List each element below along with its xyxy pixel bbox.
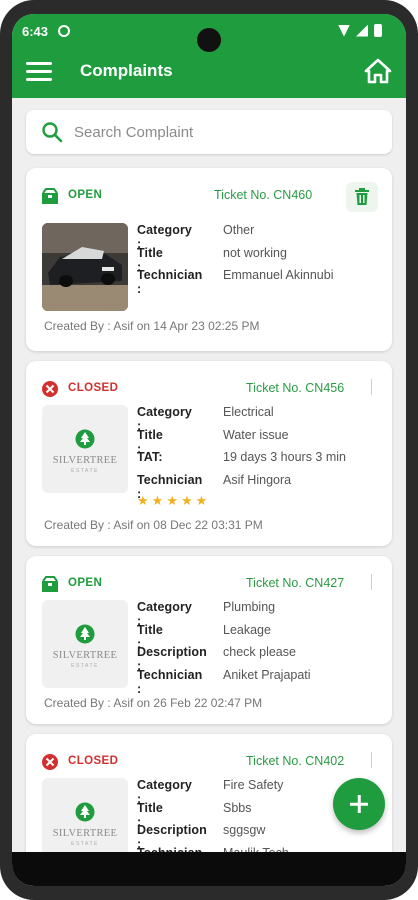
detail-value: Asif Hingora <box>223 472 292 487</box>
screen: 6:43 Complaints Search Complaint OPEN Ti… <box>12 14 406 886</box>
signal-icon <box>356 24 368 37</box>
trash-icon <box>355 188 369 205</box>
app-bar: Complaints <box>12 48 406 98</box>
logo-placeholder: SILVERTREE ESTATE <box>42 600 128 688</box>
created-by: Created By : Asif on 08 Dec 22 03:31 PM <box>44 518 263 532</box>
open-status-icon <box>42 576 58 592</box>
detail-label: Technician : <box>137 268 203 296</box>
detail-value: Emmanuel Akinnubi <box>223 268 334 282</box>
detail-value: Plumbing <box>223 600 276 614</box>
detail-label: TAT: <box>137 450 163 464</box>
detail-value: Electrical <box>223 405 274 419</box>
page-title: Complaints <box>80 61 173 80</box>
search-icon <box>42 122 63 143</box>
detail-label: Technician : <box>137 667 203 696</box>
complaint-card[interactable]: CLOSED Ticket No. CN456 SILVERTREE ESTAT… <box>26 361 392 546</box>
detail-value: Water issue <box>223 427 289 442</box>
detail-value: Fire Safety <box>223 778 284 792</box>
tree-logo-icon <box>75 802 95 822</box>
detail-value: 19 days 3 hours 3 min <box>223 450 346 464</box>
delete-button[interactable] <box>346 182 378 212</box>
complaint-list: OPEN Ticket No. CN460 Category: Other T… <box>26 168 392 886</box>
detail-value: check please <box>223 645 296 659</box>
ticket-number: Ticket No. CN427 <box>246 576 345 590</box>
created-by: Created By : Asif on 14 Apr 23 02:25 PM <box>44 319 260 333</box>
star-icon: ★ <box>151 493 164 508</box>
logo-sub: ESTATE <box>71 468 99 474</box>
detail-value: Other <box>223 223 255 237</box>
logo-name: SILVERTREE <box>52 828 118 839</box>
add-complaint-button[interactable] <box>333 778 385 830</box>
system-nav-bar <box>12 852 406 886</box>
status-label: CLOSED <box>68 382 119 394</box>
star-icon: ★ <box>180 493 193 508</box>
logo-name: SILVERTREE <box>52 650 118 661</box>
status-label: CLOSED <box>68 755 119 767</box>
complaint-card[interactable]: OPEN Ticket No. CN460 Category: Other T… <box>26 168 392 351</box>
status-label: OPEN <box>68 577 103 589</box>
created-by: Created By : Asif on 26 Feb 22 02:47 PM <box>44 696 263 710</box>
star-icon: ★ <box>166 493 178 508</box>
divider <box>371 379 372 395</box>
closed-status-icon <box>42 381 58 397</box>
tree-logo-icon <box>75 624 95 644</box>
notification-icon <box>58 25 70 37</box>
ticket-number: Ticket No. CN456 <box>246 381 345 395</box>
logo-placeholder: SILVERTREE ESTATE <box>42 405 128 493</box>
complaint-photo <box>42 223 128 311</box>
divider <box>371 574 372 590</box>
battery-icon <box>374 24 382 37</box>
ticket-number: Ticket No. CN402 <box>246 754 345 768</box>
logo-sub: ESTATE <box>71 663 99 669</box>
status-label: OPEN <box>68 189 103 201</box>
detail-value: Aniket Prajapati <box>223 667 311 682</box>
status-bar: 6:43 <box>12 14 406 52</box>
detail-value: sggsgw <box>223 823 266 837</box>
status-time: 6:43 <box>22 24 49 39</box>
detail-value: not working <box>223 245 287 260</box>
detail-value: Sbbs <box>223 800 252 815</box>
star-icon: ★ <box>195 493 208 508</box>
wifi-icon <box>338 24 350 37</box>
tree-logo-icon <box>75 429 95 449</box>
logo-sub: ESTATE <box>71 841 99 847</box>
rating-stars: ★ ★ ★ ★ ★ <box>137 493 207 509</box>
device-frame: 6:43 Complaints Search Complaint OPEN Ti… <box>0 0 418 900</box>
logo-name: SILVERTREE <box>52 455 118 466</box>
detail-value: Leakage <box>223 622 271 637</box>
open-status-icon <box>42 188 58 204</box>
top-bar: 6:43 Complaints <box>12 14 406 98</box>
menu-icon[interactable] <box>26 60 52 82</box>
closed-status-icon <box>42 754 58 770</box>
search-input[interactable] <box>74 118 374 146</box>
divider <box>371 752 372 768</box>
home-icon[interactable] <box>364 57 392 85</box>
search-bar[interactable] <box>26 110 392 154</box>
complaint-card[interactable]: OPEN Ticket No. CN427 SILVERTREE ESTATE … <box>26 556 392 724</box>
star-icon: ★ <box>137 493 149 508</box>
ticket-number: Ticket No. CN460 <box>214 188 313 202</box>
